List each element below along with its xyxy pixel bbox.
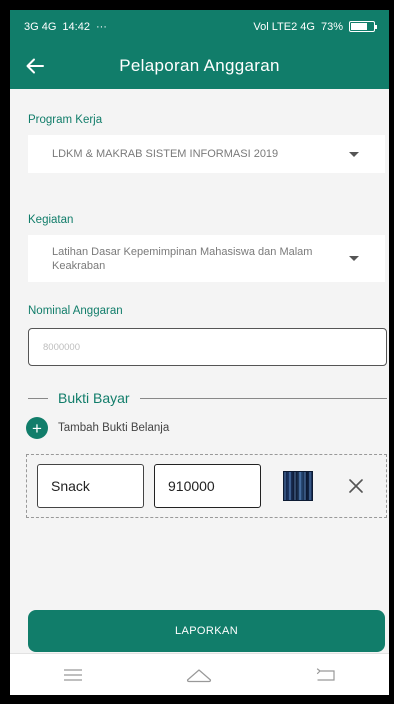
kegiatan-dropdown[interactable]: Latihan Dasar Kepemimpinan Mahasiswa dan… <box>28 235 385 282</box>
kegiatan-value: Latihan Dasar Kepemimpinan Mahasiswa dan… <box>52 245 313 272</box>
battery-icon <box>349 21 377 32</box>
receipt-thumbnail[interactable] <box>283 471 313 501</box>
nav-menu-button[interactable] <box>43 658 103 692</box>
add-receipt-button[interactable]: + Tambah Bukti Belanja <box>26 417 169 439</box>
kegiatan-label: Kegiatan <box>28 214 74 226</box>
program-kerja-label: Program Kerja <box>28 114 103 126</box>
menu-icon <box>64 668 83 681</box>
laporkan-button[interactable]: LAPORKAN <box>28 610 385 652</box>
program-kerja-value: LDKM & MAKRAB SISTEM INFORMASI 2019 <box>52 148 279 160</box>
close-icon <box>349 479 363 493</box>
arrow-left-icon <box>26 58 44 74</box>
nominal-anggaran-label: Nominal Anggaran <box>28 305 123 317</box>
app-bar: Pelaporan Anggaran <box>10 43 389 89</box>
back-icon <box>316 667 335 681</box>
remove-receipt-button[interactable] <box>339 469 373 503</box>
receipt-item-row <box>26 454 387 518</box>
nav-back-button[interactable] <box>296 658 356 692</box>
chevron-down-icon <box>349 256 359 261</box>
status-time: 14:42 <box>62 20 90 33</box>
status-bar: 3G 4G 14:42 ··· Vol LTE2 4G 73% <box>10 10 389 43</box>
add-receipt-label: Tambah Bukti Belanja <box>58 422 170 434</box>
notification-icons: ··· <box>95 20 107 33</box>
nav-home-button[interactable] <box>169 658 229 692</box>
system-nav-bar <box>10 653 389 695</box>
phone-screen: 3G 4G 14:42 ··· Vol LTE2 4G 73% Pelapora… <box>10 10 389 695</box>
nominal-anggaran-input[interactable] <box>28 328 387 366</box>
chevron-down-icon <box>349 151 359 157</box>
bukti-bayar-divider: Bukti Bayar <box>28 388 387 408</box>
form-content: Program Kerja LDKM & MAKRAB SISTEM INFOR… <box>10 89 389 653</box>
program-kerja-dropdown[interactable]: LDKM & MAKRAB SISTEM INFORMASI 2019 <box>28 135 385 173</box>
bukti-bayar-title: Bukti Bayar <box>58 390 130 406</box>
back-button[interactable] <box>10 43 60 89</box>
home-icon <box>187 668 212 682</box>
receipt-item-name-input[interactable] <box>37 464 144 508</box>
battery-percent: 73% <box>320 20 343 33</box>
network-indicator-left: 3G 4G <box>24 20 57 33</box>
plus-icon: + <box>26 417 48 439</box>
network-indicator-right: Vol LTE2 4G <box>253 20 315 33</box>
page-title: Pelaporan Anggaran <box>119 56 280 75</box>
receipt-item-amount-input[interactable] <box>154 464 261 508</box>
